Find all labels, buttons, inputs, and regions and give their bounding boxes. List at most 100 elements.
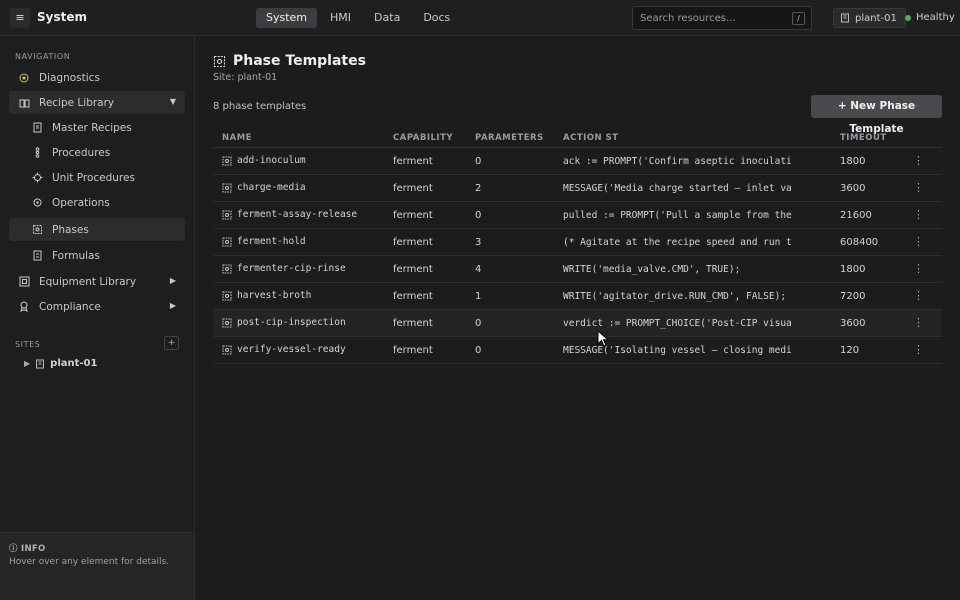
cell-capability: ferment <box>393 345 433 356</box>
site-subtitle: Site: plant-01 <box>213 72 278 83</box>
table-row[interactable]: add-inoculum ferment 0 ack := PROMPT('Confi… <box>213 148 942 175</box>
document-icon <box>31 122 43 134</box>
table-row[interactable]: ferment-assay-release ferment 0 pulled := P… <box>213 202 942 229</box>
cell-timeout: 1800 <box>840 156 866 167</box>
table-row[interactable]: fermenter-cip-rinse ferment 4 WRITE('media_… <box>213 256 942 283</box>
table-row[interactable]: verify-vessel-ready ferment 0 MESSAGE('Isol… <box>213 337 942 364</box>
sites-heading: SITES <box>15 340 41 349</box>
nav-heading: NAVIGATION <box>15 52 71 61</box>
table-body: add-inoculum ferment 0 ack := PROMPT('Confi… <box>213 148 942 364</box>
phase-gear-icon <box>222 345 232 354</box>
column-header-timeout[interactable]: TIMEOUT <box>840 133 887 143</box>
site-node-label: plant-01 <box>50 358 98 369</box>
cell-action-st: (* Agitate at the recipe speed and run t <box>563 237 792 248</box>
row-menu-icon[interactable]: ⋮ <box>913 261 924 277</box>
column-header-capability[interactable]: CAPABILITY <box>393 133 453 143</box>
sidebar-item-operations[interactable]: Operations <box>9 191 185 214</box>
sidebar: NAVIGATION Diagnostics Recipe Library ▼ … <box>0 36 195 600</box>
phase-gear-icon <box>222 210 232 219</box>
site-selector[interactable]: plant-01 <box>833 8 906 28</box>
cell-name-text: ferment-hold <box>237 236 306 247</box>
sidebar-item-equipment-library[interactable]: Equipment Library ▶ <box>9 270 185 293</box>
expand-arrow-icon[interactable]: ▶ <box>24 359 30 368</box>
tab-data[interactable]: Data <box>364 8 410 28</box>
cell-name-text: ferment-assay-release <box>237 209 358 220</box>
cell-timeout: 1800 <box>840 264 866 275</box>
phase-gear-icon <box>31 224 43 236</box>
cell-parameters: 0 <box>475 156 482 167</box>
sidebar-item-compliance[interactable]: Compliance ▶ <box>9 295 185 318</box>
compliance-icon <box>18 301 30 313</box>
sidebar-item-label: Compliance <box>39 300 101 313</box>
table-row[interactable]: ferment-hold ferment 3 (* Agitate at the re… <box>213 229 942 256</box>
table-row[interactable]: charge-media ferment 2 MESSAGE('Media charg… <box>213 175 942 202</box>
tab-docs[interactable]: Docs <box>413 8 460 28</box>
table-header: NAME CAPABILITY PARAMETERS ACTION ST TIM… <box>213 128 942 148</box>
tab-system[interactable]: System <box>256 8 318 28</box>
phase-gear-icon <box>222 237 232 246</box>
unit-procedure-icon <box>31 172 43 184</box>
building-icon <box>841 13 849 23</box>
cell-timeout: 3600 <box>840 183 866 194</box>
sidebar-item-phases[interactable]: Phases <box>9 218 185 241</box>
health-status: Healthy <box>905 12 955 23</box>
cell-action-st: ack := PROMPT('Confirm aseptic inoculati <box>563 156 792 167</box>
table-row[interactable]: post-cip-inspection ferment 0 verdict := PR… <box>213 310 942 337</box>
expand-arrow-icon[interactable]: ▶ <box>170 276 176 285</box>
page-title: Phase Templates <box>213 53 366 69</box>
row-menu-icon[interactable]: ⋮ <box>913 315 924 331</box>
sidebar-item-procedures[interactable]: Procedures <box>9 141 185 164</box>
row-menu-icon[interactable]: ⋮ <box>913 180 924 196</box>
cell-name[interactable]: ferment-assay-release <box>222 209 357 220</box>
sidebar-item-formulas[interactable]: Formulas <box>9 244 185 267</box>
cell-name-text: charge-media <box>237 182 306 193</box>
sidebar-item-label: Master Recipes <box>52 121 132 134</box>
info-title: ⓘ INFO <box>9 544 46 554</box>
row-menu-icon[interactable]: ⋮ <box>913 234 924 250</box>
row-menu-icon[interactable]: ⋮ <box>913 207 924 223</box>
cell-capability: ferment <box>393 237 433 248</box>
cell-name[interactable]: ferment-hold <box>222 236 306 247</box>
cell-action-st: MESSAGE('Media charge started — inlet va <box>563 183 792 194</box>
cell-name[interactable]: fermenter-cip-rinse <box>222 263 346 274</box>
cell-capability: ferment <box>393 156 433 167</box>
search-placeholder: Search resources... <box>640 13 736 24</box>
cell-capability: ferment <box>393 291 433 302</box>
new-phase-template-button[interactable]: + New Phase Template <box>811 95 942 135</box>
cell-capability: ferment <box>393 318 433 329</box>
cell-name-text: verify-vessel-ready <box>237 344 346 355</box>
row-menu-icon[interactable]: ⋮ <box>913 153 924 169</box>
template-count: 8 phase templates <box>213 101 307 112</box>
column-header-name[interactable]: NAME <box>222 133 252 143</box>
cell-name[interactable]: verify-vessel-ready <box>222 344 346 355</box>
cell-name-text: fermenter-cip-rinse <box>237 263 346 274</box>
column-header-parameters[interactable]: PARAMETERS <box>475 133 544 143</box>
cell-name[interactable]: charge-media <box>222 182 306 193</box>
cell-name[interactable]: add-inoculum <box>222 155 306 166</box>
sidebar-item-recipe-library[interactable]: Recipe Library ▼ <box>9 91 185 114</box>
cell-parameters: 0 <box>475 345 482 356</box>
hamburger-icon[interactable]: ≡ <box>10 8 30 28</box>
operations-icon <box>31 197 43 209</box>
tab-hmi[interactable]: HMI <box>320 8 361 28</box>
sidebar-item-unit-procedures[interactable]: Unit Procedures <box>9 166 185 189</box>
cell-name[interactable]: harvest-broth <box>222 290 311 301</box>
cell-name[interactable]: post-cip-inspection <box>222 317 346 328</box>
row-menu-icon[interactable]: ⋮ <box>913 342 924 358</box>
add-site-button[interactable]: + <box>164 336 179 350</box>
column-header-action-st[interactable]: ACTION ST <box>563 133 619 143</box>
sidebar-item-master-recipes[interactable]: Master Recipes <box>9 116 185 139</box>
site-tree-node[interactable]: ▶ plant-01 <box>24 358 97 369</box>
mouse-cursor-icon <box>597 330 610 347</box>
sidebar-item-diagnostics[interactable]: Diagnostics <box>9 66 185 89</box>
expand-arrow-icon[interactable]: ▶ <box>170 301 176 310</box>
health-label: Healthy <box>916 12 955 23</box>
collapse-arrow-icon[interactable]: ▼ <box>170 97 176 106</box>
cell-timeout: 21600 <box>840 210 872 221</box>
phase-gear-icon <box>214 55 225 67</box>
row-menu-icon[interactable]: ⋮ <box>913 288 924 304</box>
search-input[interactable]: Search resources... / <box>632 6 812 30</box>
cell-timeout: 120 <box>840 345 860 356</box>
table-row[interactable]: harvest-broth ferment 1 WRITE('agitator_dri… <box>213 283 942 310</box>
equipment-icon <box>18 276 30 288</box>
